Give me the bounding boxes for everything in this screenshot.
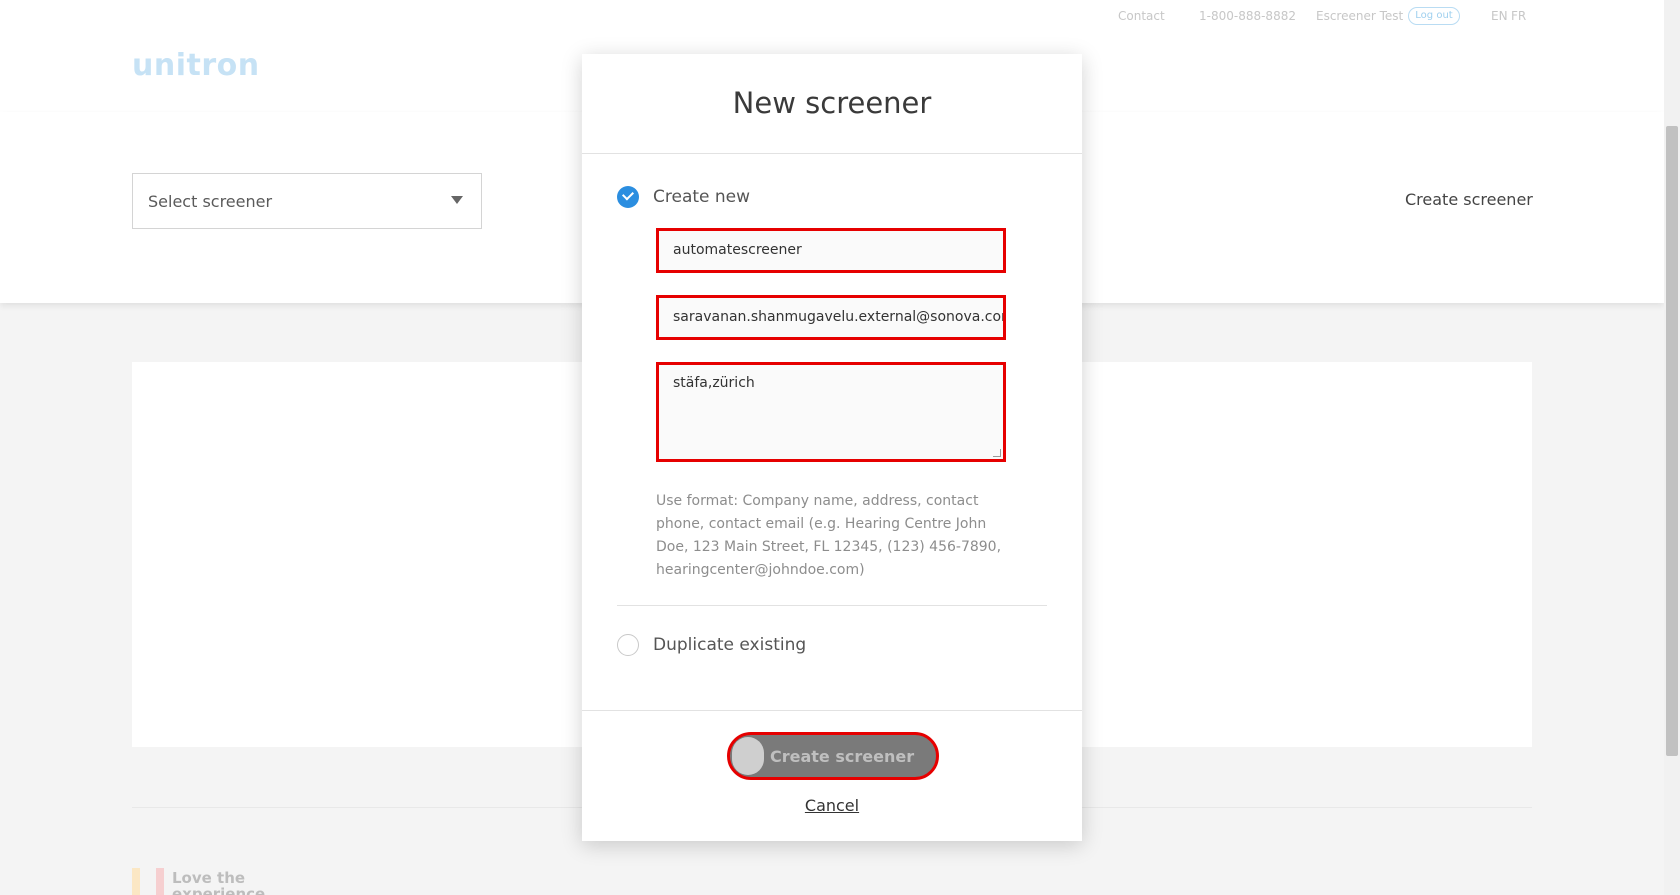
screener-address-textarea[interactable]: stäfa,zürich — [656, 362, 1006, 462]
modal-title: New screener — [732, 86, 932, 120]
modal-header-divider — [582, 153, 1082, 154]
resize-handle-icon[interactable] — [993, 449, 1001, 457]
new-screener-modal: New screener Create new automatescreener… — [582, 54, 1082, 841]
select-screener-label: Select screener — [148, 192, 273, 211]
footer-logo: Love the experience — [132, 868, 266, 895]
user-name: Escreener Test — [1316, 9, 1404, 23]
footer-logo-bar-yellow — [132, 868, 140, 895]
option-create-new-label: Create new — [653, 187, 751, 207]
lang-en-link[interactable]: EN — [1491, 9, 1508, 23]
radio-checked-icon[interactable] — [617, 186, 639, 208]
select-screener-dropdown[interactable]: Select screener — [132, 173, 482, 229]
footer-slogan: Love the experience — [172, 869, 266, 895]
modal-footer-divider — [582, 710, 1082, 711]
radio-unchecked-icon[interactable] — [617, 634, 639, 656]
option-create-new[interactable]: Create new — [617, 185, 750, 209]
options-divider — [617, 605, 1047, 606]
address-format-hint: Use format: Company name, address, conta… — [656, 493, 1002, 578]
address-text: stäfa,zürich — [673, 375, 755, 391]
create-screener-button-label: Create screener — [770, 747, 915, 766]
contact-link[interactable]: Contact — [1118, 9, 1165, 23]
logout-button[interactable]: Log out — [1408, 7, 1460, 25]
cancel-link[interactable]: Cancel — [582, 796, 1082, 815]
screener-email-input[interactable]: saravanan.shanmugavelu.external@sonova.c… — [656, 295, 1006, 340]
option-duplicate-existing[interactable]: Duplicate existing — [617, 633, 806, 657]
chevron-down-icon — [451, 196, 463, 204]
create-screener-link[interactable]: Create screener — [1405, 190, 1533, 209]
option-duplicate-label: Duplicate existing — [653, 635, 807, 655]
page-scrollbar[interactable] — [1664, 0, 1680, 895]
unitron-logo[interactable]: unitron — [132, 48, 260, 83]
screener-name-input[interactable]: automatescreener — [656, 228, 1006, 273]
scrollbar-thumb[interactable] — [1666, 126, 1678, 756]
phone-link[interactable]: 1-800-888-8882 — [1199, 9, 1296, 23]
lang-fr-link[interactable]: FR — [1511, 9, 1526, 23]
loading-knob-icon — [732, 737, 764, 775]
create-screener-button[interactable]: Create screener — [727, 732, 939, 780]
footer-logo-bar-pink — [156, 868, 164, 895]
